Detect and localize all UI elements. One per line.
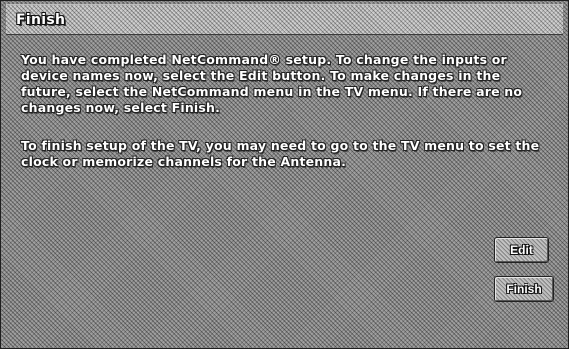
finish-button[interactable]: Finish: [494, 276, 554, 302]
instructions-paragraph: You have completed NetCommand® setup. To…: [21, 52, 523, 115]
title-bar: Finish: [6, 4, 563, 35]
edit-button[interactable]: Edit: [494, 237, 549, 263]
dialog-title: Finish: [16, 12, 66, 28]
setup-note-paragraph: To finish setup of the TV, you may need …: [21, 138, 540, 169]
netcommand-finish-dialog: Finish You have completed NetCommand® se…: [0, 0, 569, 349]
